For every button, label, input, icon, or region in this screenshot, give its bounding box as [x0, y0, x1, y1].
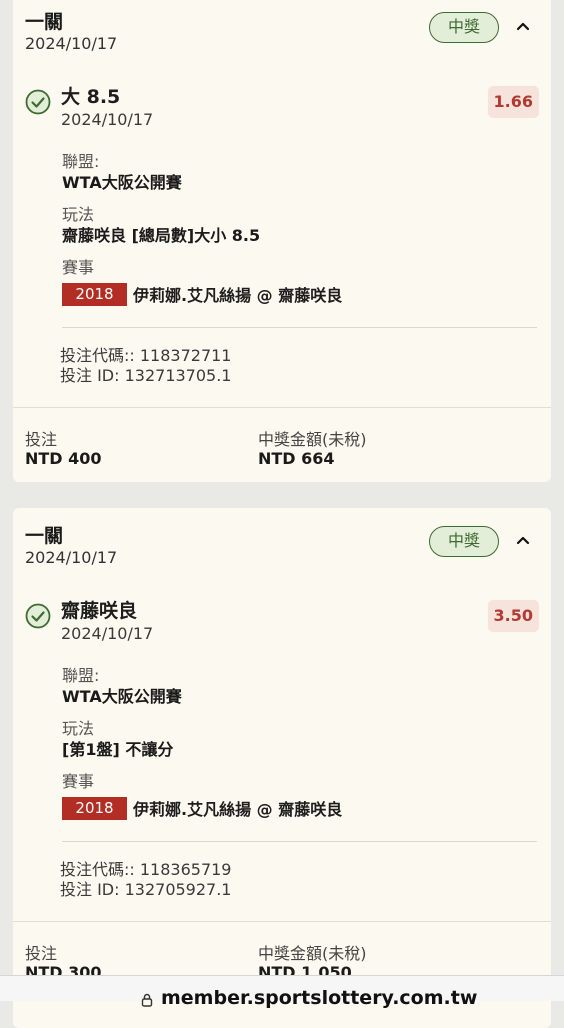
event-label: 賽事 [62, 772, 95, 791]
bet-codes: 投注代碼:: 118365719 投注 ID: 132705927.1 [60, 860, 232, 900]
bet-code: 投注代碼:: 118365719 [60, 860, 232, 879]
bet-date: 2024/10/17 [25, 34, 118, 53]
check-circle-icon [25, 603, 51, 629]
stake-label: 投注 [25, 944, 58, 963]
bet-codes: 投注代碼:: 118372711 投注 ID: 132713705.1 [60, 346, 232, 386]
event-row: 2018 伊莉娜.艾凡絲揚 @ 齋藤咲良 [62, 796, 343, 820]
event-code-tag: 2018 [62, 282, 127, 306]
event-label: 賽事 [62, 258, 95, 277]
league-label: 聯盟: [62, 152, 100, 171]
bet-date: 2024/10/17 [25, 548, 118, 567]
divider [13, 407, 551, 408]
stake-value: NTD 400 [25, 449, 102, 468]
league-value: WTA大阪公開賽 [62, 687, 182, 706]
lock-icon [141, 993, 153, 1007]
divider [62, 327, 537, 328]
divider [13, 921, 551, 922]
bet-header: 一關 2024/10/17 [25, 526, 117, 568]
bet-id: 投注 ID: 132705927.1 [60, 880, 232, 899]
league-field: 聯盟: WTA大阪公開賽 [62, 666, 182, 707]
market-field: 玩法 齋藤咲良 [總局數]大小 8.5 [62, 205, 260, 246]
bet-type: 一關 [25, 11, 64, 33]
payout-block: 中獎金額(未稅) NTD 664 [258, 430, 367, 469]
league-field: 聯盟: WTA大阪公開賽 [62, 152, 182, 193]
status-badge: 中獎 [429, 12, 499, 43]
bet-card: 一關 2024/10/17 中獎 齋藤咲良 2024/10/17 3.50 聯盟… [13, 508, 551, 1028]
bet-card: 一關 2024/10/17 中獎 大 8.5 2024/10/17 1.66 聯… [13, 0, 551, 482]
event-name: 伊莉娜.艾凡絲揚 @ 齋藤咲良 [133, 800, 343, 819]
selection-name: 齋藤咲良 [61, 600, 138, 622]
chevron-up-icon[interactable] [515, 20, 531, 32]
payout-label: 中獎金額(未稅) [258, 944, 367, 963]
payout-label: 中獎金額(未稅) [258, 430, 367, 449]
bet-type: 一關 [25, 525, 64, 547]
event-label-wrap: 賽事 [62, 772, 94, 792]
market-label: 玩法 [62, 205, 95, 224]
market-field: 玩法 [第1盤] 不讓分 [62, 719, 173, 760]
bet-code: 投注代碼:: 118372711 [60, 346, 232, 365]
bet-header: 一關 2024/10/17 [25, 12, 117, 54]
event-label-wrap: 賽事 [62, 258, 94, 278]
league-label: 聯盟: [62, 666, 100, 685]
stake-block: 投注 NTD 400 [25, 430, 102, 469]
check-circle-icon [25, 89, 51, 115]
market-value: 齋藤咲良 [總局數]大小 8.5 [62, 226, 261, 245]
event-name: 伊莉娜.艾凡絲揚 @ 齋藤咲良 [133, 286, 343, 305]
event-row: 2018 伊莉娜.艾凡絲揚 @ 齋藤咲良 [62, 282, 343, 306]
selection-date: 2024/10/17 [61, 624, 154, 643]
odds-badge: 3.50 [487, 600, 539, 632]
browser-url-bar[interactable]: member.sportslottery.com.tw [0, 975, 564, 1009]
selection-date: 2024/10/17 [61, 110, 154, 129]
payout-value: NTD 664 [258, 449, 335, 468]
divider [62, 841, 537, 842]
selection-name: 大 8.5 [61, 86, 121, 108]
stake-label: 投注 [25, 430, 58, 449]
event-code-tag: 2018 [62, 796, 127, 820]
status-badge: 中獎 [429, 526, 499, 557]
chevron-up-icon[interactable] [515, 534, 531, 546]
league-value: WTA大阪公開賽 [62, 173, 182, 192]
odds-badge: 1.66 [487, 86, 539, 118]
bet-id: 投注 ID: 132713705.1 [60, 366, 232, 385]
market-label: 玩法 [62, 719, 95, 738]
market-value: [第1盤] 不讓分 [62, 740, 174, 759]
url-text[interactable]: member.sportslottery.com.tw [161, 987, 477, 1009]
